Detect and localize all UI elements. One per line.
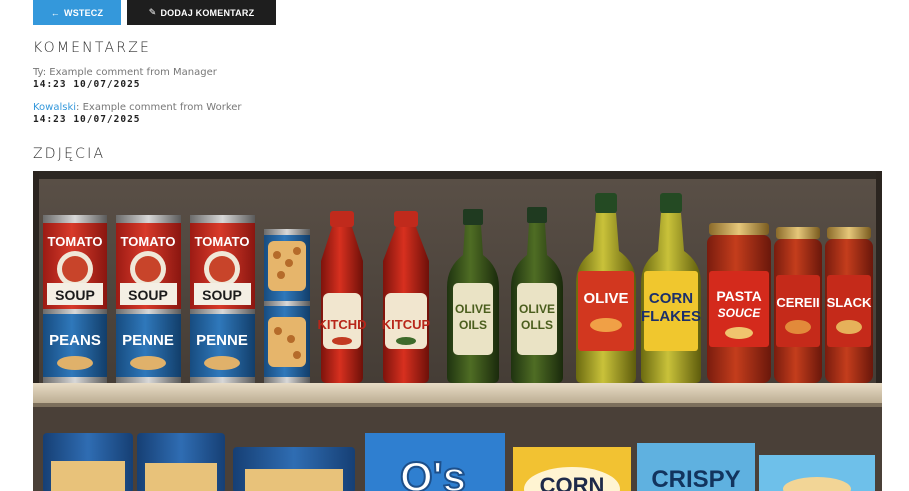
comment-date: 14:23 10/07/2025 — [33, 114, 141, 125]
add-comment-button-label: DODAJ KOMENTARZ — [160, 7, 255, 18]
svg-text:OLIVE: OLIVE — [583, 290, 628, 307]
svg-text:SOUP: SOUP — [55, 287, 95, 303]
comment-item: Kowalski: Example comment from Worker 14… — [33, 102, 242, 126]
comment-text: Example comment from Worker — [79, 102, 242, 113]
svg-text:CORN: CORN — [649, 290, 693, 307]
svg-text:KITCHD: KITCHD — [317, 317, 366, 332]
svg-text:O's: O's — [400, 453, 466, 491]
svg-text:OLIVE: OLIVE — [519, 302, 555, 316]
svg-text:KITCUP: KITCUP — [382, 317, 431, 332]
pencil-icon: ✎ — [148, 7, 157, 17]
arrow-left-icon: ← — [50, 7, 60, 18]
svg-text:CORN: CORN — [540, 473, 605, 491]
back-button-label: WSTECZ — [64, 7, 104, 18]
svg-text:SLACK: SLACK — [827, 295, 872, 310]
svg-text:TOMATO: TOMATO — [195, 234, 250, 249]
svg-text:TOMATO: TOMATO — [48, 234, 103, 249]
svg-text:SOUP: SOUP — [202, 287, 242, 303]
svg-text:PENNE: PENNE — [122, 332, 174, 349]
comment-author: Ty — [33, 67, 43, 78]
svg-text:SOUP: SOUP — [128, 287, 168, 303]
comment-author-link[interactable]: Kowalski — [33, 102, 76, 113]
svg-text:PENNE: PENNE — [196, 332, 248, 349]
svg-text:CRISPY: CRISPY — [651, 466, 740, 491]
comment-item: Ty: Example comment from Manager 14:23 1… — [33, 67, 217, 91]
photos-heading: ZDJĘCIA — [33, 146, 106, 162]
add-comment-button[interactable]: ✎ DODAJ KOMENTARZ — [127, 0, 276, 25]
svg-text:FLAKES: FLAKES — [641, 308, 701, 325]
svg-text:PEANS: PEANS — [49, 332, 101, 349]
shelf-photo[interactable]: TOMATO SOUP PEANS TOMATO SOUP PENNE TOMA… — [33, 171, 882, 491]
svg-text:TOMATO: TOMATO — [121, 234, 176, 249]
svg-text:OLIVE: OLIVE — [455, 302, 491, 316]
svg-text:SOUCE: SOUCE — [718, 306, 762, 320]
svg-text:OILS: OILS — [459, 318, 487, 332]
comment-date: 14:23 10/07/2025 — [33, 79, 141, 90]
svg-text:PASTA: PASTA — [716, 288, 761, 304]
back-button[interactable]: ← WSTECZ — [33, 0, 121, 25]
svg-text:OLLS: OLLS — [521, 318, 553, 332]
comment-text: Example comment from Manager — [46, 67, 217, 78]
svg-text:CEREII: CEREII — [776, 295, 819, 310]
comments-heading: KOMENTARZE — [33, 40, 152, 56]
